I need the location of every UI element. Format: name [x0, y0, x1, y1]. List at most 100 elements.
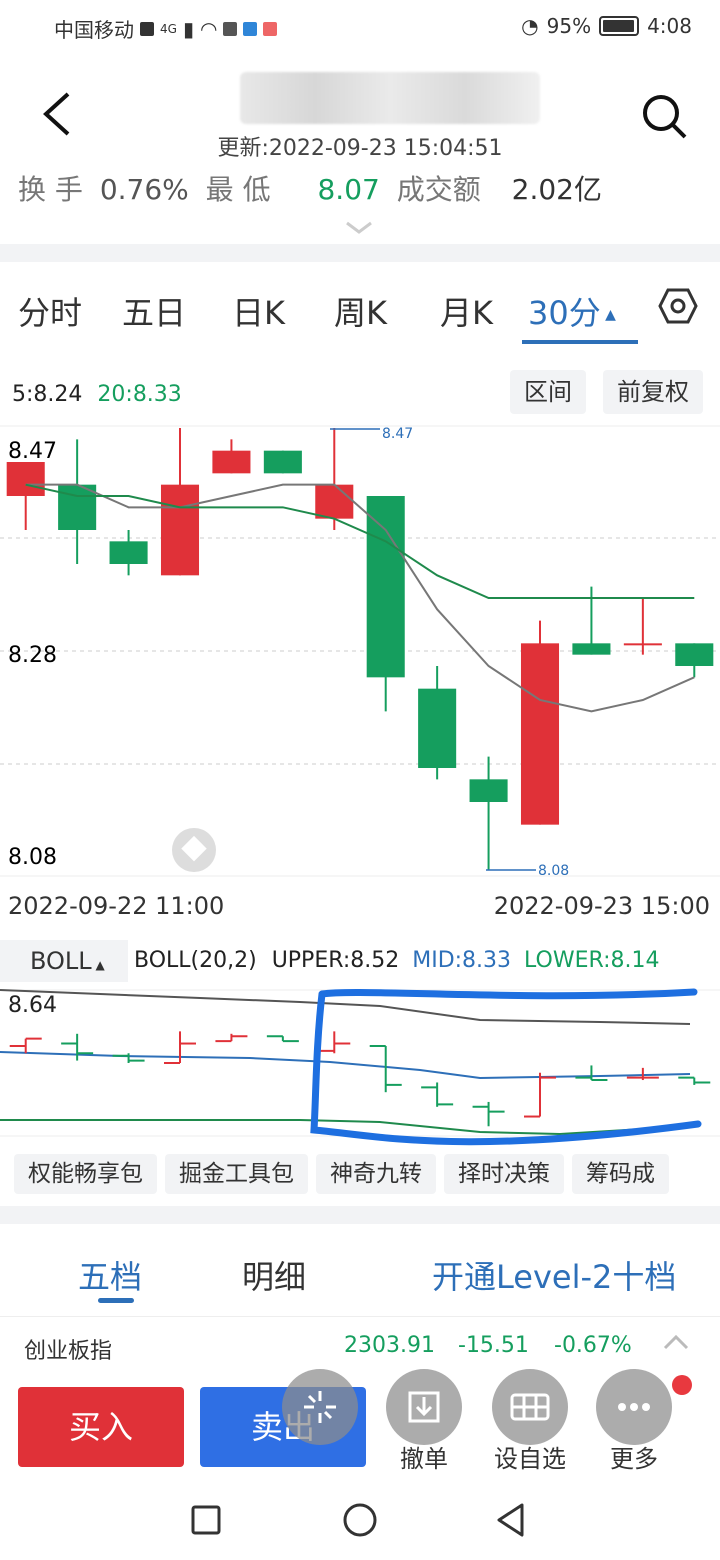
- candle: [315, 428, 354, 530]
- level2-link[interactable]: 开通Level-2十档: [432, 1252, 676, 1298]
- turnover-value: 0.76%: [99, 173, 189, 204]
- more-label: 更多: [610, 1445, 658, 1473]
- high-marker: 8.47: [382, 426, 413, 442]
- cancel-order-button[interactable]: [386, 1369, 462, 1445]
- trade-action-bar: 买入 卖出 撤单 设自选 更多: [0, 1369, 720, 1480]
- boll-chart[interactable]: 8.64: [0, 986, 720, 1146]
- tool-chip[interactable]: 择时决策: [444, 1154, 564, 1194]
- candle-body: [263, 450, 302, 474]
- tool-chip[interactable]: 筹码成: [572, 1154, 669, 1194]
- tab-week-k[interactable]: 周K: [334, 288, 387, 334]
- candle-body: [572, 643, 611, 655]
- low-value: 8.07: [317, 173, 380, 204]
- notification-dot: [672, 1375, 692, 1395]
- index-ticker-row[interactable]: 创业板指 2303.91 -15.51 -0.67%: [0, 1316, 720, 1372]
- network-label: 4G: [160, 21, 177, 36]
- range-button[interactable]: 区间: [510, 370, 586, 414]
- more-button[interactable]: [596, 1369, 672, 1445]
- candle: [58, 439, 97, 564]
- candle-body: [366, 496, 405, 678]
- grid-icon: [510, 1393, 550, 1421]
- tab-month-k[interactable]: 月K: [440, 288, 493, 334]
- indicator-selector-label: BOLL: [30, 947, 92, 975]
- tab-five-levels[interactable]: 五档: [78, 1252, 142, 1298]
- active-tab-underline: [522, 340, 638, 344]
- recents-icon[interactable]: [190, 1504, 222, 1536]
- dropdown-triangle-icon: ▲: [91, 958, 105, 972]
- active-depth-underline: [98, 1298, 134, 1303]
- carrier-label: 中国移动: [54, 18, 134, 42]
- cancel-order-label: 撤单: [400, 1445, 448, 1473]
- status-bar: 中国移动 4G ▮ ◠ ◔ 95% 4:08: [0, 0, 720, 56]
- tab-detail[interactable]: 明细: [242, 1252, 306, 1298]
- candle: [469, 756, 508, 870]
- candle-body: [212, 450, 251, 474]
- tab-minute[interactable]: 分时: [18, 288, 82, 334]
- floating-assistant-button[interactable]: [282, 1369, 358, 1445]
- turnover-label: 换 手: [18, 173, 83, 204]
- index-change: -15.51: [458, 1333, 529, 1358]
- ma5-value: 5:8.24: [12, 382, 83, 407]
- index-name: 创业板指: [24, 1339, 113, 1364]
- watchlist-label: 设自选: [494, 1445, 566, 1473]
- candle-body: [418, 688, 457, 768]
- watchlist-button[interactable]: [492, 1369, 568, 1445]
- adjust-button[interactable]: 前复权: [603, 370, 703, 414]
- tool-chip[interactable]: 掘金工具包: [165, 1154, 308, 1194]
- section-divider: [0, 1206, 720, 1224]
- calendar-app-icon: [263, 21, 278, 36]
- x-start-label: 2022-09-22 11:00: [8, 892, 225, 920]
- settings-hexagon-icon[interactable]: [658, 286, 698, 326]
- back-triangle-icon[interactable]: [494, 1502, 528, 1538]
- home-icon[interactable]: [342, 1502, 378, 1538]
- download-box-icon: [408, 1391, 440, 1423]
- update-time: 更新:2022-09-23 15:04:51: [217, 136, 503, 161]
- hand-drawn-highlight: [310, 988, 702, 1146]
- boll-legend-row: BOLL ▲ BOLL(20,2) UPPER:8.52 MID:8.33 LO…: [0, 940, 720, 982]
- battery-percent: 95%: [546, 14, 592, 38]
- chevron-up-icon[interactable]: [662, 1333, 690, 1351]
- candle-body: [675, 643, 714, 666]
- tab-30min-label: 30分: [528, 294, 601, 332]
- boll-upper: UPPER:8.52: [271, 948, 400, 973]
- tool-chip[interactable]: 权能畅享包: [14, 1154, 157, 1194]
- tool-chip[interactable]: 神奇九转: [316, 1154, 436, 1194]
- weather-app-icon: [243, 21, 258, 36]
- depth-tabs: 五档 明细 开通Level-2十档: [0, 1228, 720, 1314]
- candle: [263, 450, 302, 474]
- ma20-value: 20:8.33: [97, 382, 182, 407]
- stock-title-blurred: [240, 72, 540, 124]
- candle-body: [315, 484, 354, 519]
- x-end-label: 2022-09-23 15:00: [493, 892, 710, 920]
- indicator-selector[interactable]: BOLL ▲: [0, 940, 128, 982]
- low-label: 最 低: [205, 173, 271, 204]
- candle-body: [160, 484, 200, 576]
- status-right: ◔ 95% 4:08: [521, 14, 692, 38]
- stock-info-line: 换 手 0.76% 最 低 8.07 成交额 2.02亿: [18, 168, 610, 204]
- battery-icon: [599, 16, 640, 36]
- tab-day-k[interactable]: 日K: [232, 288, 285, 334]
- candle-body: [6, 462, 45, 496]
- candle-body: [109, 541, 148, 564]
- candle-body: [520, 643, 560, 825]
- candle-body: [623, 643, 662, 646]
- hd-icon: [140, 21, 154, 36]
- wifi-icon: ◠: [199, 16, 218, 41]
- watermark-icon: [172, 828, 216, 872]
- boll-lower: LOWER:8.14: [524, 948, 660, 973]
- buy-button[interactable]: 买入: [18, 1387, 184, 1467]
- tab-30min[interactable]: 30分 ▲: [528, 288, 616, 334]
- boll-params: BOLL(20,2): [134, 948, 257, 973]
- system-nav-bar: [0, 1480, 720, 1560]
- tab-five-day[interactable]: 五日: [122, 288, 186, 334]
- boll-y-top: 8.64: [8, 993, 57, 1018]
- y-tick-low: 8.08: [8, 845, 57, 870]
- candlestick-chart[interactable]: 8.47 8.28 8.08 8.47 8.08: [0, 420, 720, 880]
- period-tabs: 分时 五日 日K 周K 月K 30分 ▲: [0, 260, 720, 350]
- candle: [623, 598, 662, 655]
- status-left: 中国移动 4G ▮ ◠: [54, 14, 278, 43]
- signal-icon: ▮: [182, 16, 194, 41]
- candle: [675, 643, 714, 678]
- expand-chevron-icon[interactable]: [344, 220, 374, 236]
- candle: [520, 620, 560, 825]
